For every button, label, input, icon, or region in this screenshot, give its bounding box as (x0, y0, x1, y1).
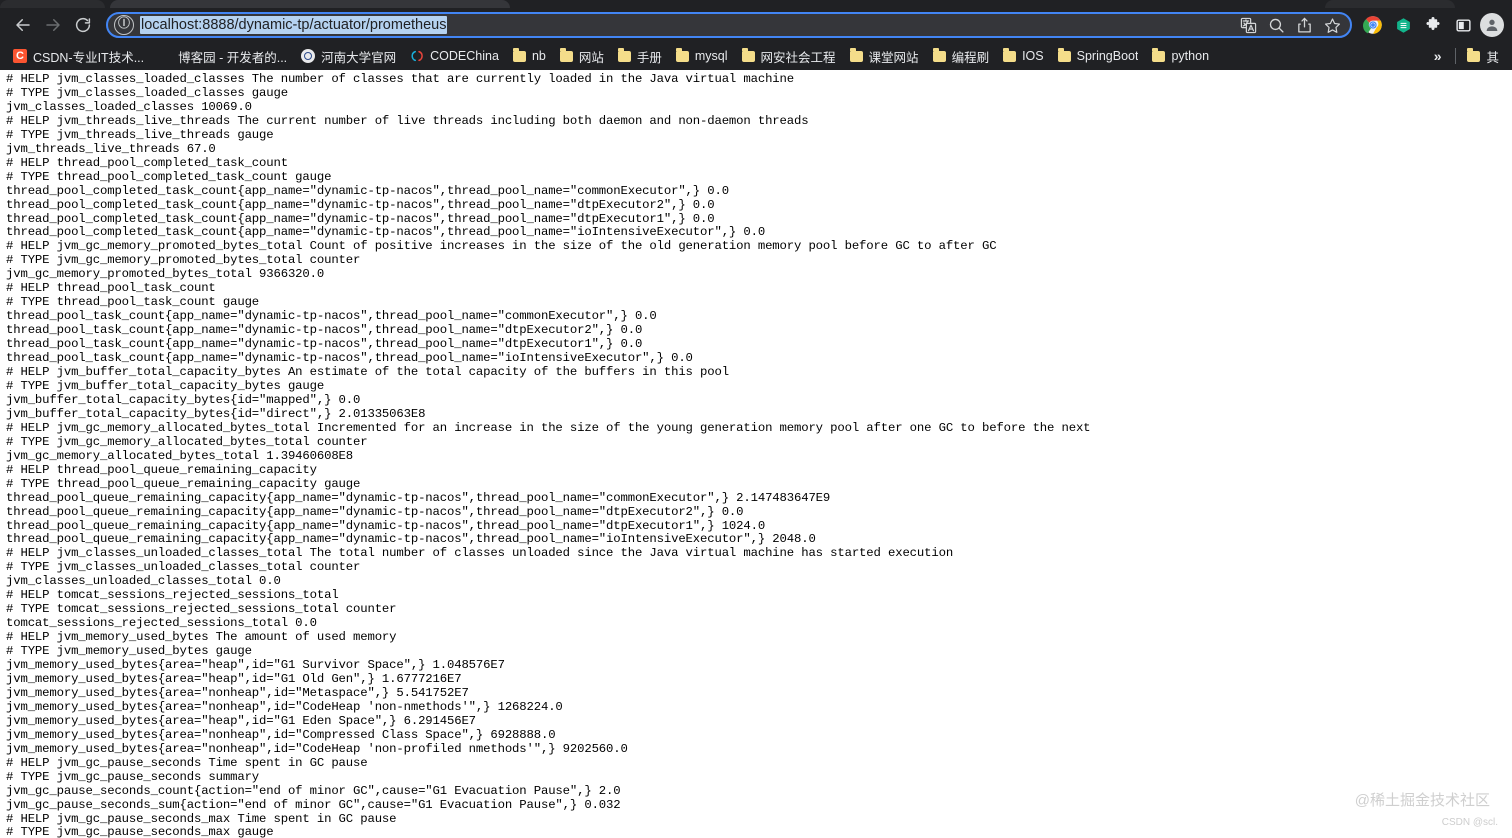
bookmark-label: 博客园 - 开发者的... (178, 50, 288, 65)
bookmark-label: nb (531, 49, 546, 63)
hexagon-glyph (1396, 17, 1410, 33)
folder-icon (675, 48, 689, 62)
folder-icon (849, 48, 863, 62)
star-glyph (1324, 17, 1340, 33)
puzzle-glyph (1426, 16, 1440, 31)
translate-glyph (1240, 17, 1256, 33)
bookmarks-overflow: » 其 (1424, 45, 1506, 67)
folder-icon (1003, 48, 1017, 62)
other-bookmarks-label: 其 (1486, 50, 1499, 65)
folder-icon (512, 48, 526, 62)
panel-glyph (1455, 18, 1471, 32)
side-panel-icon[interactable] (1448, 11, 1478, 39)
bookmark-item[interactable]: SpringBoot (1051, 45, 1146, 67)
browser-toolbar: Ⓘ localhost:8888/dynamic-tp/actuator/pro… (0, 8, 1512, 42)
bookmark-item[interactable]: 网安社会工程 (735, 45, 843, 67)
folder-icon (559, 48, 573, 62)
other-bookmarks-button[interactable]: 其 (1460, 45, 1506, 67)
bookmarks-bar: C CSDN-专业IT技术... 博客园 - 开发者的... 河南大学官网 CO… (0, 42, 1512, 70)
tab-inactive[interactable] (1325, 0, 1455, 8)
forward-button[interactable] (38, 11, 68, 39)
search-icon[interactable] (1262, 13, 1290, 37)
henu-icon (301, 49, 316, 63)
juejin-watermark: @稀土掘金技术社区 (1354, 792, 1490, 809)
tab-active[interactable] (110, 0, 510, 8)
page-content: # HELP jvm_classes_loaded_classes The nu… (0, 70, 1512, 838)
bookmark-label: python (1171, 49, 1210, 63)
folder-icon (932, 48, 946, 62)
bookmark-label: 河南大学官网 (321, 50, 397, 65)
bookmark-item[interactable]: 课堂网站 (843, 45, 926, 67)
tab-inactive[interactable] (0, 0, 105, 8)
blank-icon (158, 49, 172, 63)
codechina-icon (410, 49, 424, 63)
bookmark-label: mysql (694, 49, 728, 63)
site-info-icon[interactable]: Ⓘ (114, 15, 134, 35)
bookmark-item[interactable]: C CSDN-专业IT技术... (6, 45, 151, 67)
bookmark-item[interactable]: 博客园 - 开发者的... (151, 45, 294, 67)
bookmark-label: 手册 (636, 50, 662, 65)
share-icon[interactable] (1290, 13, 1318, 37)
bookmark-label: SpringBoot (1076, 49, 1139, 63)
folder-icon (1467, 48, 1481, 62)
chrome-logo-icon[interactable] (1358, 11, 1388, 39)
arrow-right-icon (46, 19, 60, 31)
bookmark-label: CSDN-专业IT技术... (33, 50, 145, 65)
codechina-glyph (411, 50, 423, 62)
prometheus-metrics-text: # HELP jvm_classes_loaded_classes The nu… (6, 72, 1091, 838)
bookmark-item[interactable]: 网站 (553, 45, 611, 67)
bookmark-item[interactable]: CODEChina (403, 45, 506, 67)
avatar[interactable] (1480, 13, 1504, 37)
bookmark-label: 网站 (578, 50, 604, 65)
browser-window: Ⓘ localhost:8888/dynamic-tp/actuator/pro… (0, 0, 1512, 838)
person-icon (1486, 19, 1498, 31)
green-hexagon-extension-icon[interactable] (1388, 11, 1418, 39)
bookmark-label: IOS (1022, 49, 1044, 63)
back-button[interactable] (8, 11, 38, 39)
folder-icon (741, 48, 755, 62)
folder-icon (1057, 48, 1071, 62)
bookmark-item[interactable]: 河南大学官网 (294, 45, 403, 67)
bookmark-star-icon[interactable] (1318, 13, 1346, 37)
bookmark-label: CODEChina (430, 49, 499, 63)
folder-icon (617, 48, 631, 62)
csdn-watermark: CSDN @scl. (1441, 817, 1498, 828)
csdn-icon: C (13, 49, 27, 63)
bookmark-item[interactable]: mysql (669, 45, 735, 67)
folder-icon (1152, 48, 1166, 62)
reload-button[interactable] (68, 11, 98, 39)
omnibox-actions (1234, 13, 1346, 37)
bookmark-label: 课堂网站 (868, 50, 919, 65)
url-input[interactable]: localhost:8888/dynamic-tp/actuator/prome… (140, 16, 448, 34)
share-glyph (1297, 17, 1311, 33)
arrow-left-icon (16, 19, 30, 31)
toolbar-extensions (1358, 11, 1504, 39)
translate-icon[interactable] (1234, 13, 1262, 37)
tab-strip (0, 0, 1512, 8)
address-bar[interactable]: Ⓘ localhost:8888/dynamic-tp/actuator/pro… (106, 12, 1352, 38)
magnifier-glyph (1269, 18, 1284, 33)
bookmark-label: 网安社会工程 (760, 50, 836, 65)
bookmarks-overflow-chevron[interactable]: » (1424, 48, 1452, 64)
bookmark-item[interactable]: 编程刷 (926, 45, 997, 67)
bookmark-label: 编程刷 (951, 50, 990, 65)
reload-icon (75, 17, 91, 33)
bookmark-item[interactable]: 手册 (611, 45, 669, 67)
divider (1455, 48, 1457, 64)
bookmark-item[interactable]: python (1145, 45, 1216, 67)
puzzle-extensions-icon[interactable] (1418, 11, 1448, 39)
chrome-glyph (1363, 16, 1382, 34)
bookmark-item[interactable]: nb (506, 45, 553, 67)
bookmark-item[interactable]: IOS (996, 45, 1051, 67)
